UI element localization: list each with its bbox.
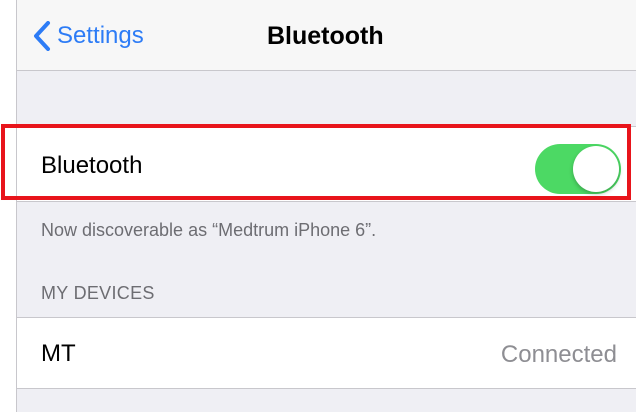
toggle-knob: [573, 146, 619, 192]
device-row-mt[interactable]: MT Connected: [17, 317, 636, 389]
bluetooth-label: Bluetooth: [41, 152, 143, 179]
bluetooth-toggle[interactable]: [535, 144, 621, 194]
settings-screen: Settings Bluetooth Bluetooth Now discove…: [16, 0, 636, 412]
back-button-label: Settings: [57, 22, 144, 49]
discoverable-footnote: Now discoverable as “Medtrum iPhone 6”.: [41, 220, 377, 240]
device-name: MT: [41, 340, 76, 367]
device-status: Connected: [500, 341, 617, 368]
back-button[interactable]: Settings: [33, 20, 144, 52]
page-title: Bluetooth: [267, 22, 384, 50]
navigation-bar: Settings Bluetooth: [17, 0, 636, 71]
chevron-left-icon: [33, 21, 51, 51]
my-devices-header: MY DEVICES: [41, 283, 155, 303]
bluetooth-setting-row: Bluetooth: [17, 126, 636, 202]
